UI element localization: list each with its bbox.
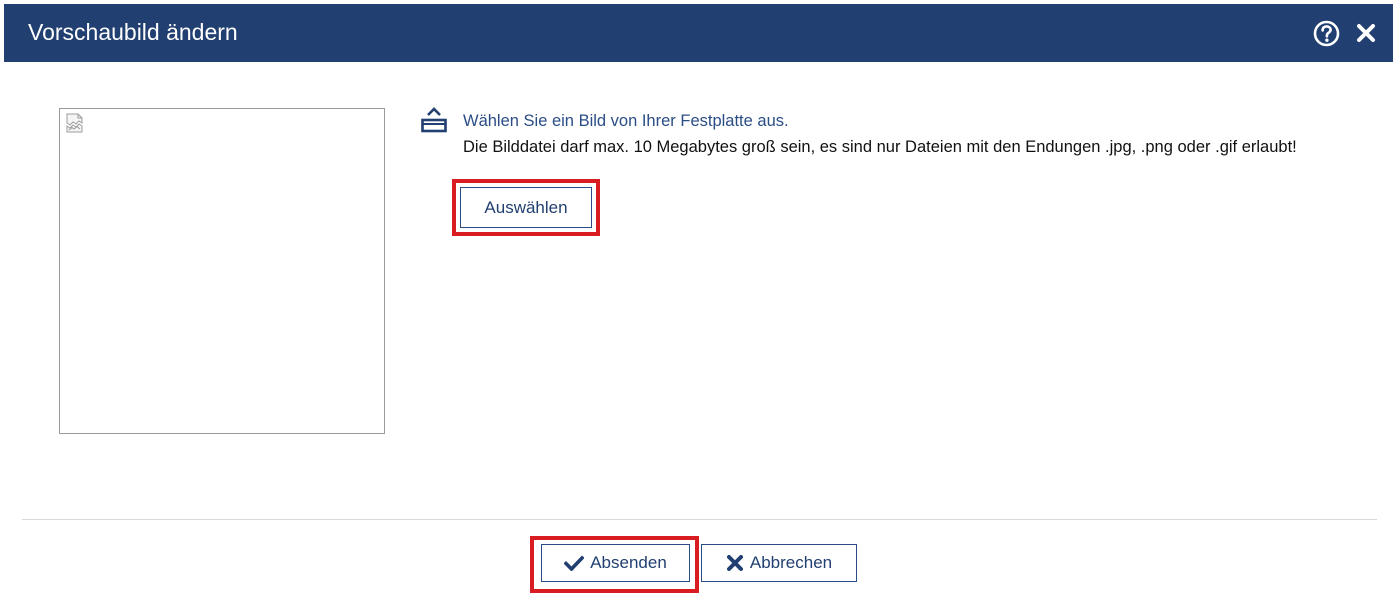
- broken-image-icon: [66, 113, 83, 133]
- dialog-title-bar: Vorschaubild ändern: [4, 4, 1393, 62]
- close-x-icon: [726, 555, 743, 571]
- thumbnail-preview: [59, 108, 385, 434]
- submit-button[interactable]: Absenden: [541, 544, 690, 582]
- cancel-button[interactable]: Abbrechen: [701, 544, 857, 582]
- choose-file-label: Auswählen: [484, 197, 568, 217]
- choose-file-button[interactable]: Auswählen: [460, 187, 592, 228]
- help-circle-icon[interactable]: [1313, 20, 1340, 47]
- submit-label: Absenden: [590, 553, 667, 572]
- upload-hint-text: Wählen Sie ein Bild von Ihrer Festplatte…: [463, 112, 789, 130]
- dialog-title: Vorschaubild ändern: [28, 19, 238, 45]
- footer-divider: [22, 519, 1377, 520]
- checkmark-icon: [564, 555, 585, 571]
- file-restrictions-text: Die Bilddatei darf max. 10 Megabytes gro…: [463, 138, 1297, 156]
- cancel-label: Abbrechen: [749, 553, 833, 572]
- upload-icon: [421, 107, 447, 133]
- change-thumbnail-dialog: Vorschaubild ändern Wählen Sie ein Bild …: [4, 4, 1393, 609]
- close-icon[interactable]: [1356, 23, 1376, 43]
